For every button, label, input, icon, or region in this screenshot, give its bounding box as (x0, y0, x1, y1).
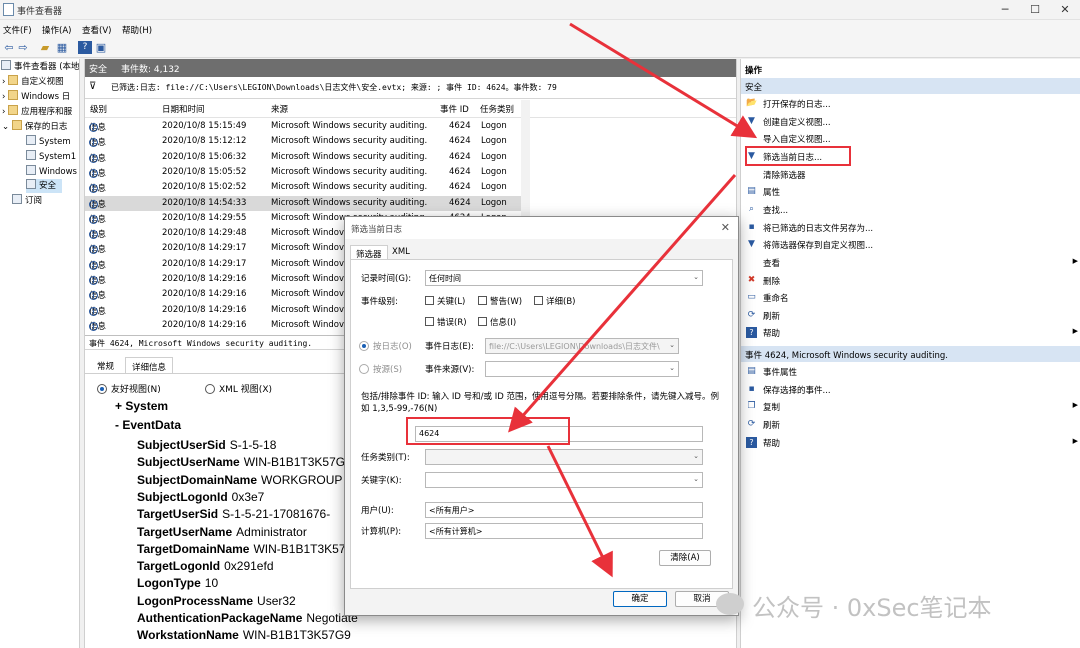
annotation-arrows (508, 22, 758, 578)
arrow-to-ok-button (546, 445, 613, 578)
arrow-to-event-id (508, 174, 737, 433)
wechat-logo-icon (716, 593, 744, 615)
arrow-to-filter-action (569, 22, 758, 139)
watermark-text: 公众号 · 0xSec笔记本 (752, 594, 992, 622)
